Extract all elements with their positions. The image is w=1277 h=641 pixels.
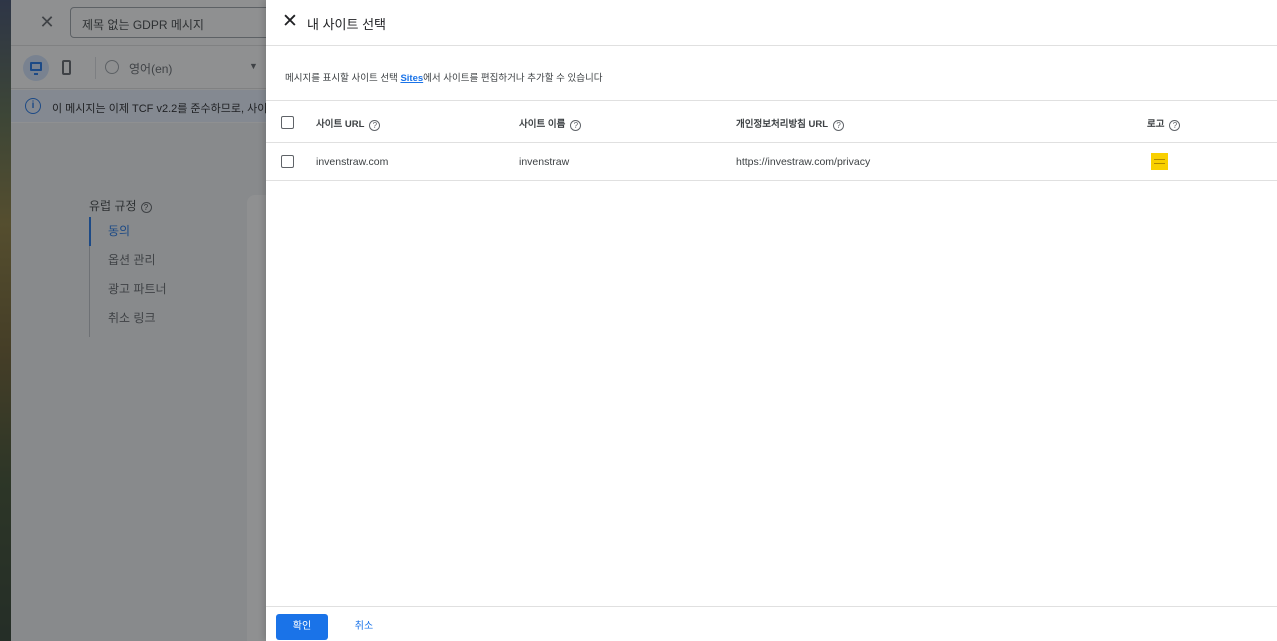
site-logo-thumbnail — [1151, 153, 1168, 170]
sites-link[interactable]: Sites — [400, 73, 423, 84]
panel-description: 메시지를 표시할 사이트 선택 Sites에서 사이트를 편집하거나 추가할 수… — [285, 70, 602, 84]
site-name-cell: invenstraw — [519, 156, 570, 168]
column-header-url-label: 사이트 URL — [316, 119, 365, 130]
site-select-panel: ✕ 내 사이트 선택 메시지를 표시할 사이트 선택 Sites에서 사이트를 … — [266, 0, 1277, 641]
cancel-button[interactable]: 취소 — [346, 614, 382, 640]
panel-footer: 확인 취소 — [266, 606, 1277, 641]
site-url-cell: invenstraw.com — [316, 156, 389, 168]
help-icon[interactable]: ? — [369, 120, 381, 131]
column-header-name: 사이트 이름? — [519, 116, 582, 131]
table-header-row: 사이트 URL? 사이트 이름? 개인정보처리방침 URL? 로고? — [266, 100, 1277, 143]
column-header-logo: 로고? — [1147, 116, 1181, 131]
description-text-after: 에서 사이트를 편집하거나 추가할 수 있습니다 — [423, 73, 603, 84]
column-header-privacy: 개인정보처리방침 URL? — [736, 116, 845, 131]
description-text: 메시지를 표시할 사이트 선택 — [285, 73, 401, 84]
help-icon[interactable]: ? — [570, 120, 582, 131]
column-header-privacy-label: 개인정보처리방침 URL — [736, 119, 829, 130]
column-header-url: 사이트 URL? — [316, 116, 381, 131]
table-row[interactable]: invenstraw.com invenstraw https://invest… — [266, 143, 1277, 181]
privacy-url-cell: https://investraw.com/privacy — [736, 156, 871, 168]
select-all-checkbox[interactable] — [281, 116, 294, 129]
panel-header: ✕ 내 사이트 선택 — [266, 0, 1277, 46]
column-header-name-label: 사이트 이름 — [519, 119, 566, 130]
row-checkbox[interactable] — [281, 155, 294, 168]
column-header-logo-label: 로고 — [1147, 119, 1165, 130]
close-icon[interactable]: ✕ — [280, 12, 300, 32]
panel-title: 내 사이트 선택 — [307, 17, 386, 32]
confirm-button[interactable]: 확인 — [276, 614, 328, 640]
help-icon[interactable]: ? — [833, 120, 845, 131]
sites-table: 사이트 URL? 사이트 이름? 개인정보처리방침 URL? 로고? inven… — [266, 100, 1277, 181]
help-icon[interactable]: ? — [1169, 120, 1181, 131]
